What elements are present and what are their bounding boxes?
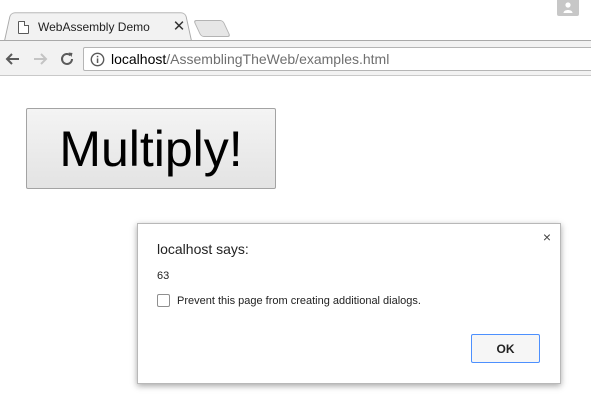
arrow-right-icon <box>34 53 48 65</box>
prevent-dialogs-checkbox[interactable] <box>157 294 170 307</box>
info-icon[interactable] <box>90 52 105 67</box>
tab-close-icon[interactable]: ✕ <box>172 19 186 34</box>
page-icon <box>18 20 29 34</box>
reload-icon <box>61 52 73 65</box>
forward-button[interactable] <box>31 50 49 68</box>
url-path: /AssemblingTheWeb/examples.html <box>166 51 390 67</box>
profile-button[interactable] <box>557 0 579 16</box>
ok-button[interactable]: OK <box>471 334 540 363</box>
address-bar[interactable]: localhost /AssemblingTheWeb/examples.htm… <box>83 47 591 71</box>
browser-tab-content[interactable]: WebAssembly Demo ✕ <box>18 17 186 37</box>
tab-strip: WebAssembly Demo ✕ <box>0 0 591 41</box>
dialog-message: 63 <box>157 270 170 282</box>
new-tab-button[interactable] <box>193 20 231 37</box>
back-button[interactable] <box>4 50 22 68</box>
arrow-left-icon <box>5 53 19 65</box>
prevent-dialogs-label[interactable]: Prevent this page from creating addition… <box>177 295 421 307</box>
person-icon <box>563 2 573 13</box>
alert-dialog: × localhost says: 63 Prevent this page f… <box>137 223 561 384</box>
close-icon[interactable]: × <box>543 230 551 244</box>
prevent-dialogs-row[interactable]: Prevent this page from creating addition… <box>157 294 421 307</box>
dialog-title: localhost says: <box>157 241 249 257</box>
tab-title: WebAssembly Demo <box>38 20 150 34</box>
multiply-button[interactable]: Multiply! <box>26 108 276 189</box>
url-host: localhost <box>111 51 167 67</box>
reload-button[interactable] <box>58 50 76 68</box>
browser-toolbar: localhost /AssemblingTheWeb/examples.htm… <box>0 40 591 76</box>
